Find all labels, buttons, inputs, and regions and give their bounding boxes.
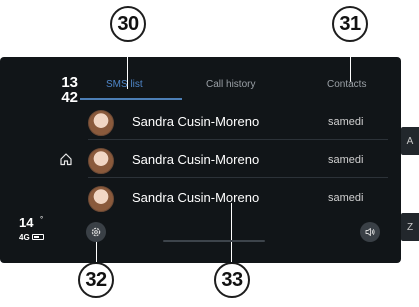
settings-button[interactable] xyxy=(86,222,106,242)
tab-sms-list[interactable]: SMS list xyxy=(106,79,143,90)
avatar xyxy=(88,186,114,212)
gear-icon xyxy=(91,227,101,237)
message-date: samedi xyxy=(328,116,364,128)
alpha-index-z[interactable]: Z xyxy=(401,213,419,241)
home-icon[interactable] xyxy=(59,152,73,166)
callout-30: 30 xyxy=(110,6,146,42)
callout-31: 31 xyxy=(332,6,368,42)
clock-hours: 13 xyxy=(61,74,78,91)
callout-32: 32 xyxy=(78,262,114,298)
speaker-icon xyxy=(365,228,375,236)
message-date: samedi xyxy=(328,154,364,166)
message-date: samedi xyxy=(328,192,364,204)
contact-name: Sandra Cusin-Moreno xyxy=(132,190,260,205)
avatar xyxy=(88,110,114,136)
contact-name: Sandra Cusin-Moreno xyxy=(132,152,260,167)
outside-temperature: 14 xyxy=(19,215,34,230)
battery-icon xyxy=(32,234,44,240)
row-divider xyxy=(88,139,388,140)
clock: 13 42 xyxy=(20,75,78,105)
avatar xyxy=(88,148,114,174)
scrollbar[interactable] xyxy=(163,240,265,242)
clock-minutes: 42 xyxy=(61,89,78,106)
contact-name: Sandra Cusin-Moreno xyxy=(132,114,260,129)
tab-call-history[interactable]: Call history xyxy=(206,79,255,90)
volume-button[interactable] xyxy=(360,222,380,242)
list-item[interactable]: Sandra Cusin-Moreno samedi xyxy=(88,186,388,220)
alpha-index-a[interactable]: A xyxy=(401,127,419,155)
callout-33: 33 xyxy=(214,262,250,298)
tab-contacts[interactable]: Contacts xyxy=(327,79,366,90)
temperature-degree: ° xyxy=(40,215,44,224)
active-tab-indicator xyxy=(80,98,182,100)
callout-31-leader xyxy=(350,44,351,82)
network-type: 4G xyxy=(19,233,30,242)
row-divider xyxy=(88,177,388,178)
